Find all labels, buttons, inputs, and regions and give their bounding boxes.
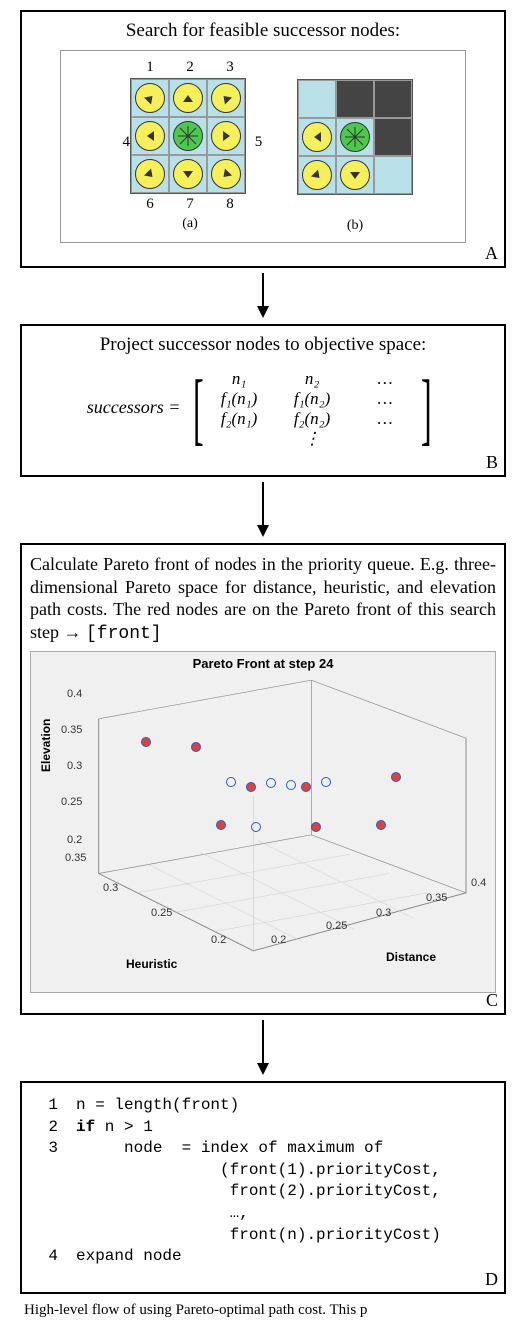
code-line: 1n = length(front) bbox=[30, 1095, 496, 1117]
line-number bbox=[30, 1181, 76, 1203]
dominated-point bbox=[251, 822, 261, 832]
current-node-icon bbox=[340, 122, 370, 152]
code-line: (front(1).priorityCost, bbox=[30, 1160, 496, 1182]
pareto-point bbox=[311, 822, 321, 832]
grid-a-botlabel: 7 bbox=[170, 196, 210, 213]
code-text: …, bbox=[76, 1203, 249, 1225]
grid-a-botlabel: 6 bbox=[130, 196, 170, 213]
code-text: n = length(front) bbox=[76, 1095, 239, 1117]
line-number bbox=[30, 1203, 76, 1225]
grids-panel: 1 2 3 bbox=[60, 50, 466, 243]
grid-a-toplabel: 1 bbox=[130, 59, 170, 76]
pareto-3d-plot: Pareto Front at step 24 0.4 0.35 0.3 0.2… bbox=[30, 651, 496, 993]
code-text: if n > 1 bbox=[76, 1117, 153, 1139]
figure-caption: High-level flow of using Pareto-optimal … bbox=[24, 1302, 502, 1319]
pareto-point bbox=[216, 820, 226, 830]
pareto-point bbox=[391, 772, 401, 782]
pseudocode: 1n = length(front)2if n > 13 node = inde… bbox=[30, 1091, 496, 1284]
line-number bbox=[30, 1160, 76, 1182]
x-axis-label: Heuristic bbox=[126, 957, 177, 971]
box-c: Calculate Pareto front of nodes in the p… bbox=[20, 543, 506, 1015]
code-line: 3 node = index of maximum of bbox=[30, 1138, 496, 1160]
box-b-title: Project successor nodes to objective spa… bbox=[30, 334, 496, 356]
grid-a-toplabel: 2 bbox=[170, 59, 210, 76]
arrow-a-b bbox=[10, 273, 516, 318]
code-text: expand node bbox=[76, 1246, 182, 1268]
successors-matrix: successors = [ n₁ n₂ … f₁(n₁) f₁(n₂) … f… bbox=[30, 364, 496, 467]
code-line: 4expand node bbox=[30, 1246, 496, 1268]
box-c-label: C bbox=[486, 990, 498, 1011]
pareto-point bbox=[376, 820, 386, 830]
successor-node-icon bbox=[135, 159, 165, 189]
grid-a-cells bbox=[130, 78, 246, 194]
box-b: Project successor nodes to objective spa… bbox=[20, 324, 506, 477]
code-text: front(n).priorityCost) bbox=[76, 1225, 441, 1247]
box-d-label: D bbox=[485, 1269, 498, 1290]
pareto-point bbox=[246, 782, 256, 792]
obstacle-cell bbox=[374, 80, 412, 118]
line-number: 2 bbox=[30, 1117, 76, 1139]
code-line: …, bbox=[30, 1203, 496, 1225]
successor-node-icon bbox=[211, 83, 241, 113]
code-line: front(2).priorityCost, bbox=[30, 1181, 496, 1203]
grid-a-botlabel: 8 bbox=[210, 196, 250, 213]
matrix-lhs: successors = bbox=[87, 397, 181, 417]
successor-node-icon bbox=[211, 121, 241, 151]
grid-a-sublabel: (a) bbox=[113, 216, 267, 232]
pareto-point bbox=[301, 782, 311, 792]
successor-node-icon bbox=[302, 160, 332, 190]
current-node-icon bbox=[173, 121, 203, 151]
line-number: 3 bbox=[30, 1138, 76, 1160]
dominated-point bbox=[226, 777, 236, 787]
grid-b-sublabel: (b) bbox=[297, 218, 413, 234]
arrow-b-c bbox=[10, 482, 516, 537]
code-text: (front(1).priorityCost, bbox=[76, 1160, 441, 1182]
obstacle-cell bbox=[374, 118, 412, 156]
successor-node-icon bbox=[173, 159, 203, 189]
box-b-label: B bbox=[486, 452, 498, 473]
z-axis-label: Elevation bbox=[39, 719, 53, 772]
successor-node-icon bbox=[302, 122, 332, 152]
grid-b: (b) bbox=[297, 59, 413, 234]
pareto-point bbox=[191, 742, 201, 752]
line-number bbox=[30, 1225, 76, 1247]
code-line: front(n).priorityCost) bbox=[30, 1225, 496, 1247]
box-a-label: A bbox=[485, 243, 498, 264]
box-d: 1n = length(front)2if n > 13 node = inde… bbox=[20, 1081, 506, 1294]
grid-b-cells bbox=[297, 79, 413, 195]
code-text: node = index of maximum of bbox=[76, 1138, 383, 1160]
pareto-point bbox=[141, 737, 151, 747]
box-a-title: Search for feasible successor nodes: bbox=[30, 20, 496, 42]
successor-node-icon bbox=[135, 121, 165, 151]
successor-node-icon bbox=[340, 160, 370, 190]
line-number: 4 bbox=[30, 1246, 76, 1268]
successor-node-icon bbox=[211, 159, 241, 189]
box-a: Search for feasible successor nodes: 1 2… bbox=[20, 10, 506, 268]
successor-node-icon bbox=[135, 83, 165, 113]
obstacle-cell bbox=[336, 80, 374, 118]
plot-axes bbox=[31, 675, 495, 985]
line-number: 1 bbox=[30, 1095, 76, 1117]
dominated-point bbox=[321, 777, 331, 787]
y-axis-label: Distance bbox=[386, 950, 436, 964]
grid-a-toplabel: 3 bbox=[210, 59, 250, 76]
dominated-point bbox=[286, 780, 296, 790]
successor-node-icon bbox=[173, 83, 203, 113]
dominated-point bbox=[266, 778, 276, 788]
arrow-c-d bbox=[10, 1020, 516, 1075]
box-c-description: Calculate Pareto front of nodes in the p… bbox=[30, 553, 496, 645]
code-line: 2if n > 1 bbox=[30, 1117, 496, 1139]
grid-a: 1 2 3 bbox=[113, 59, 267, 234]
code-text: front(2).priorityCost, bbox=[76, 1181, 441, 1203]
plot-title: Pareto Front at step 24 bbox=[31, 652, 495, 675]
